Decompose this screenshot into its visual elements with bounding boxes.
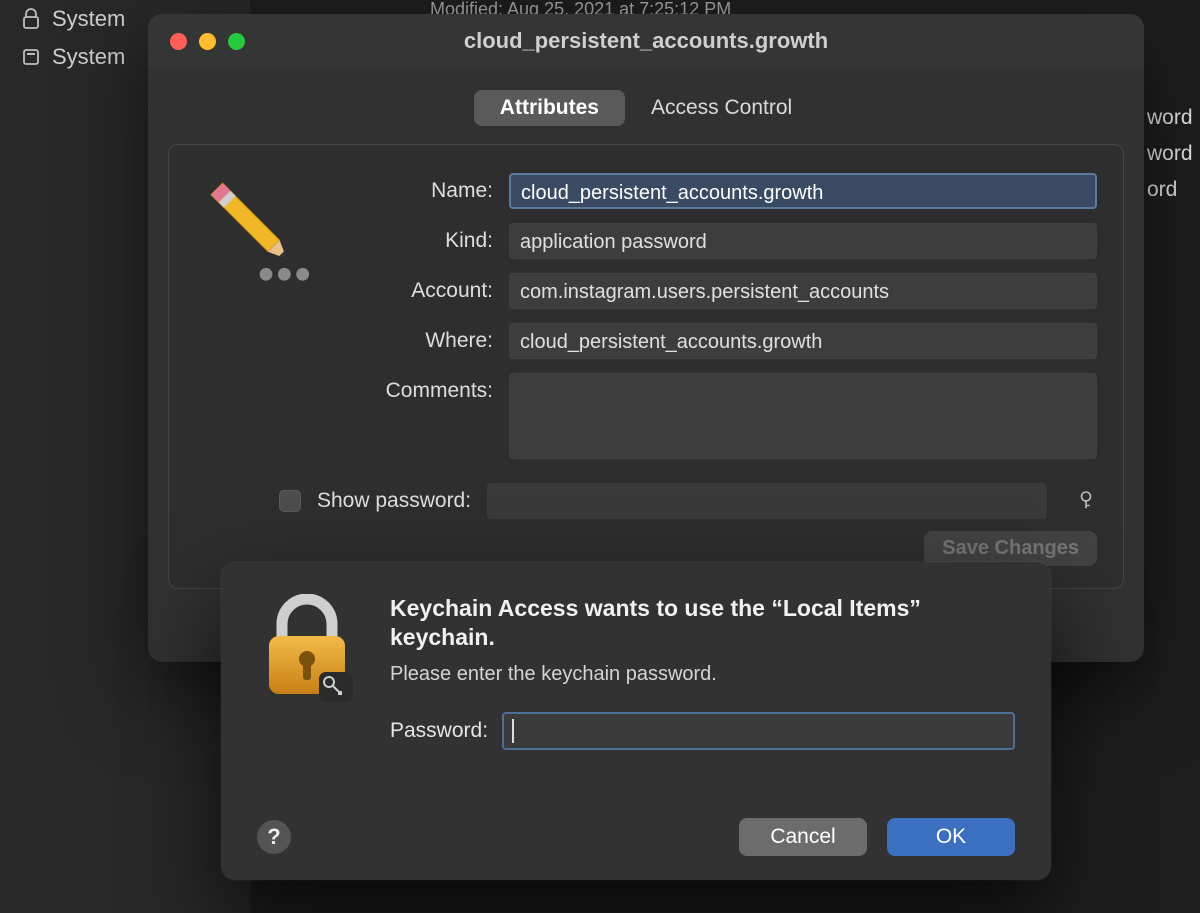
where-label: Where: bbox=[343, 329, 493, 353]
text-caret bbox=[512, 719, 514, 743]
lock-icon bbox=[22, 8, 40, 30]
where-field[interactable]: cloud_persistent_accounts.growth bbox=[509, 323, 1097, 359]
tab-bar: Attributes Access Control bbox=[148, 90, 1144, 126]
help-button[interactable]: ? bbox=[257, 820, 291, 854]
padlock-icon bbox=[257, 594, 362, 709]
titlebar[interactable]: cloud_persistent_accounts.growth bbox=[148, 14, 1144, 68]
ok-button[interactable]: OK bbox=[887, 818, 1015, 856]
cancel-button[interactable]: Cancel bbox=[739, 818, 867, 856]
auth-password-input[interactable] bbox=[502, 712, 1015, 750]
auth-password-label: Password: bbox=[390, 719, 488, 743]
minimize-window-button[interactable] bbox=[199, 33, 216, 50]
account-label: Account: bbox=[343, 279, 493, 303]
auth-subtext: Please enter the keychain password. bbox=[390, 663, 1015, 686]
attributes-panel: Name: cloud_persistent_accounts.growth K… bbox=[168, 144, 1124, 589]
zoom-window-button[interactable] bbox=[228, 33, 245, 50]
kind-field: application password bbox=[509, 223, 1097, 259]
window-controls bbox=[170, 33, 245, 50]
window-title: cloud_persistent_accounts.growth bbox=[464, 28, 828, 54]
sidebar-item-label: System bbox=[52, 44, 125, 70]
account-field[interactable]: com.instagram.users.persistent_accounts bbox=[509, 273, 1097, 309]
auth-heading: Keychain Access wants to use the “Local … bbox=[390, 594, 1015, 653]
pencil-icon bbox=[200, 173, 310, 293]
kind-label: Kind: bbox=[343, 229, 493, 253]
tab-access-control[interactable]: Access Control bbox=[625, 90, 818, 126]
show-password-label: Show password: bbox=[317, 489, 471, 513]
show-password-checkbox[interactable] bbox=[279, 490, 301, 512]
close-window-button[interactable] bbox=[170, 33, 187, 50]
certificate-icon bbox=[22, 46, 40, 68]
save-changes-button[interactable]: Save Changes bbox=[924, 531, 1097, 566]
tab-attributes[interactable]: Attributes bbox=[474, 90, 625, 126]
show-password-row: Show password: bbox=[195, 483, 1097, 519]
name-field[interactable]: cloud_persistent_accounts.growth bbox=[509, 173, 1097, 209]
comments-field[interactable] bbox=[509, 373, 1097, 459]
sidebar-item-label: System bbox=[52, 6, 125, 32]
password-display-field[interactable] bbox=[487, 483, 1047, 519]
background-list-partial: word word ord bbox=[1145, 100, 1200, 208]
name-label: Name: bbox=[343, 179, 493, 203]
key-icon[interactable] bbox=[1075, 490, 1097, 512]
item-icon-area bbox=[195, 173, 315, 459]
attribute-fields: Name: cloud_persistent_accounts.growth K… bbox=[343, 173, 1097, 459]
comments-label: Comments: bbox=[343, 373, 493, 403]
keychain-unlock-dialog: Keychain Access wants to use the “Local … bbox=[221, 562, 1051, 880]
